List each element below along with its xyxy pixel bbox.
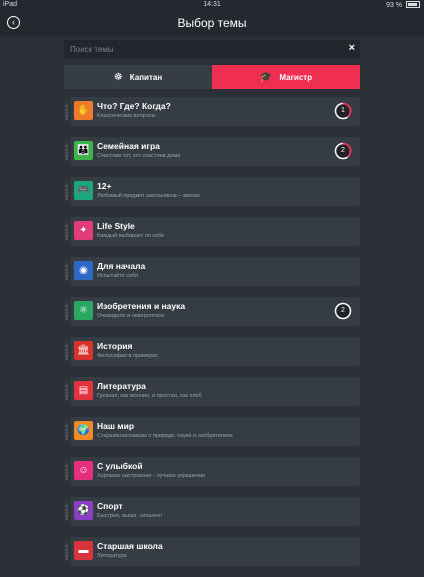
level-tag: МАГИСТР: [64, 137, 71, 166]
level-tag: МАГИСТР: [64, 337, 71, 366]
theme-subtitle: Любимый предмет школьников – звонок: [97, 193, 200, 199]
list-item[interactable]: МАГИСТР ⚛ Изобретения и наука Очевидное и н…: [64, 297, 360, 326]
progress-badge: 2: [334, 142, 352, 160]
theme-subtitle: Философия в примерах: [97, 353, 158, 359]
progress-badge-number: 2: [341, 147, 345, 154]
header: ‹ Выбор темы: [0, 10, 424, 36]
columns-icon: 🏛: [74, 341, 93, 360]
progress-badge-number: 1: [341, 107, 345, 114]
graduation-cap-icon: 🎓: [259, 71, 273, 83]
theme-title: С улыбкой: [97, 461, 143, 471]
level-tag: МАГИСТР: [64, 177, 71, 206]
list-item[interactable]: МАГИСТР ✦ Life Style Каждый выбирает по себ…: [64, 217, 360, 246]
theme-subtitle: Грозная, как молния, и простая, как хлеб: [97, 393, 202, 399]
list-item[interactable]: МАГИСТР ▬ Старшая школа Литература: [64, 537, 360, 566]
theme-subtitle: Очевидное и невероятное: [97, 313, 165, 319]
list-item[interactable]: МАГИСТР ⚽ Спорт Быстрее, выше, сильнее!: [64, 497, 360, 526]
level-tag: МАГИСТР: [64, 97, 71, 126]
page-title: Выбор темы: [177, 16, 247, 30]
ship-wheel-icon: ☸: [113, 71, 123, 83]
battery-icon: [406, 1, 420, 8]
theme-title: Life Style: [97, 221, 135, 231]
tab-captain-label: Капитан: [129, 72, 163, 82]
progress-badge: 2: [334, 302, 352, 320]
status-bar: iPad 14:31 93 %: [0, 0, 424, 10]
theme-subtitle: Литература: [97, 553, 127, 559]
theme-title: Семейная игра: [97, 141, 160, 151]
list-item[interactable]: МАГИСТР 🎮 12+ Любимый предмет школьников – …: [64, 177, 360, 206]
theme-title: Старшая школа: [97, 541, 163, 551]
theme-title: Литература: [97, 381, 146, 391]
list-item[interactable]: МАГИСТР 🏛 История Философия в примерах: [64, 337, 360, 366]
theme-subtitle: Счастлив тот, кто счастлив дома: [97, 153, 181, 159]
level-tag: МАГИСТР: [64, 457, 71, 486]
theme-subtitle: Классические вопросы: [97, 113, 156, 119]
tab-captain[interactable]: ☸ Капитан: [64, 65, 212, 89]
book-icon: ▤: [74, 381, 93, 400]
theme-title: Изобретения и наука: [97, 301, 186, 311]
theme-subtitle: Хорошее настроение - лучшее украшение: [97, 473, 206, 479]
list-item[interactable]: МАГИСТР ▤ Литература Грозная, как молния, и…: [64, 377, 360, 406]
level-tag: МАГИСТР: [64, 257, 71, 286]
book-stack-icon: ▬: [74, 541, 93, 560]
level-tabs: ☸ Капитан 🎓 Магистр: [64, 65, 360, 89]
gamepad-icon: 🎮: [74, 181, 93, 200]
list-item[interactable]: МАГИСТР 🌍 Наш мир Старшеклассникам о природ…: [64, 417, 360, 446]
theme-title: История: [97, 341, 133, 351]
search-bar: ×: [64, 40, 360, 58]
puzzle-icon: ✦: [74, 221, 93, 240]
owl-icon: ◉: [74, 261, 93, 280]
theme-title: Наш мир: [97, 421, 135, 431]
theme-subtitle: Каждый выбирает по себе: [97, 233, 165, 239]
theme-title: 12+: [97, 181, 112, 191]
theme-subtitle: Испытайте себя: [97, 273, 139, 279]
tab-master-label: Магистр: [279, 72, 313, 82]
list-item[interactable]: МАГИСТР ✋ Что? Где? Когда? Классические воп…: [64, 97, 360, 126]
theme-list: МАГИСТР ✋ Что? Где? Когда? Классические воп…: [64, 97, 360, 566]
level-tag: МАГИСТР: [64, 537, 71, 566]
tab-master[interactable]: 🎓 Магистр: [212, 65, 360, 89]
theme-subtitle: Старшеклассникам о природе, науке и изоб…: [97, 433, 233, 439]
content: × ☸ Капитан 🎓 Магистр МАГИСТР✋Что? Где? …: [64, 40, 360, 577]
progress-badge: 1: [334, 102, 352, 120]
list-item[interactable]: МАГИСТР 👪 Семейная игра Счастлив тот, кто с…: [64, 137, 360, 166]
list-item[interactable]: МАГИСТР ◉ Для начала Испытайте себя: [64, 257, 360, 286]
level-tag: МАГИСТР: [64, 297, 71, 326]
theme-title: Что? Где? Когда?: [97, 101, 171, 111]
smile-icon: ☺: [74, 461, 93, 480]
battery-percent: 93 %: [386, 2, 403, 9]
globe-icon: 🌍: [74, 421, 93, 440]
level-tag: МАГИСТР: [64, 217, 71, 246]
atom-icon: ⚛: [74, 301, 93, 320]
ball-icon: ⚽: [74, 501, 93, 520]
battery-status: 93 %: [386, 1, 420, 9]
level-tag: МАГИСТР: [64, 377, 71, 406]
family-icon: 👪: [74, 141, 93, 160]
level-tag: МАГИСТР: [64, 417, 71, 446]
search-input[interactable]: [70, 40, 340, 58]
theme-title: Для начала: [97, 261, 146, 271]
level-tag: МАГИСТР: [64, 497, 71, 526]
clock: 14:31: [203, 1, 221, 8]
list-item[interactable]: МАГИСТР ☺ С улыбкой Хорошее настроение - лу…: [64, 457, 360, 486]
owl-icon: ✋: [74, 101, 93, 120]
theme-title: Спорт: [97, 501, 123, 511]
theme-subtitle: Быстрее, выше, сильнее!: [97, 513, 163, 519]
close-icon[interactable]: ×: [349, 42, 355, 54]
progress-badge-number: 2: [341, 307, 345, 314]
